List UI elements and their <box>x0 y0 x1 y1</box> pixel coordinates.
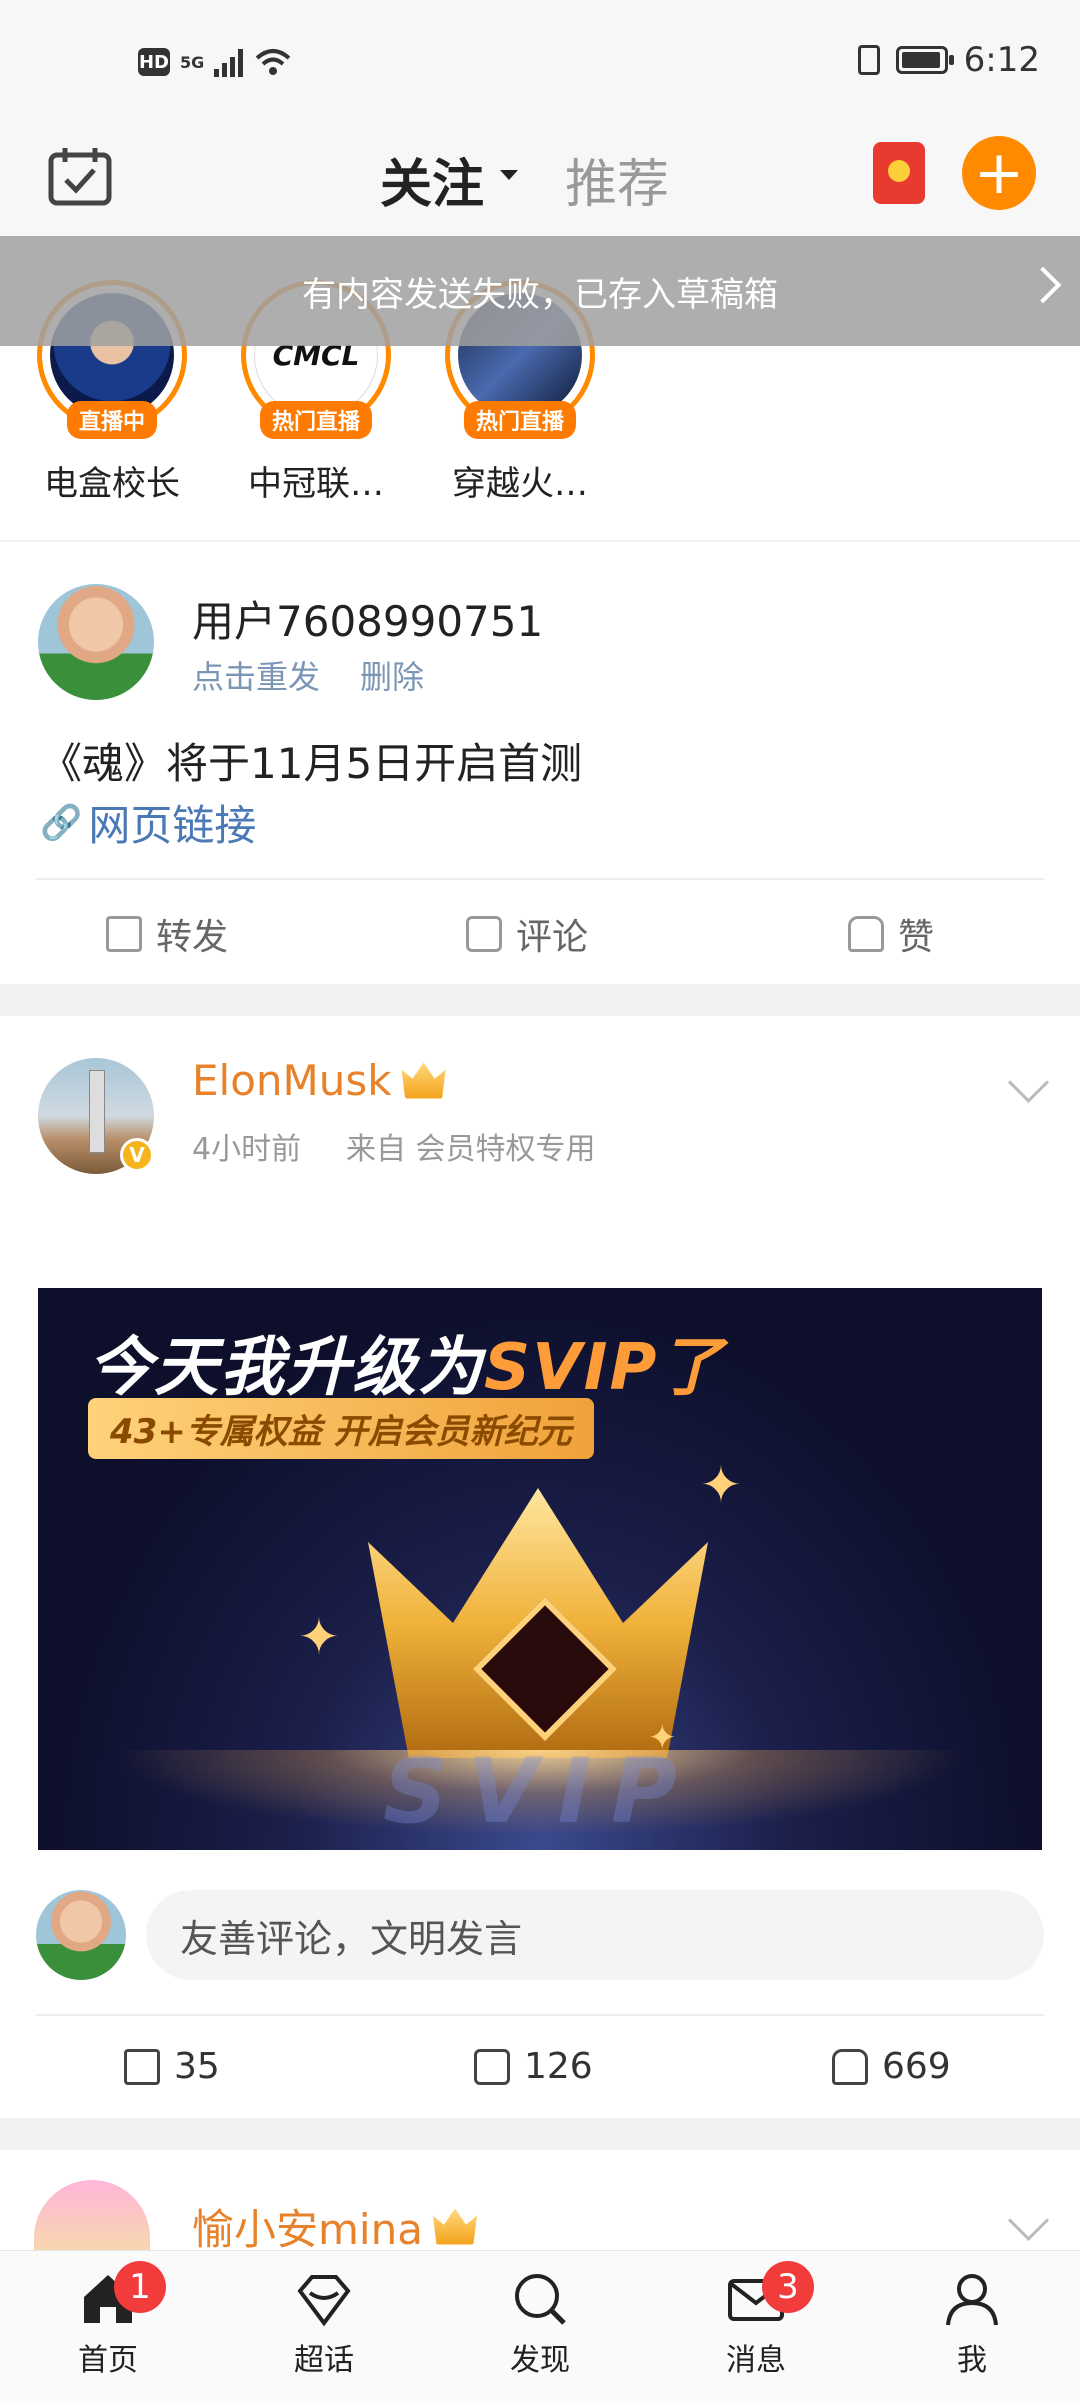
repost-count: 35 <box>174 2046 220 2087</box>
repost-icon <box>106 916 142 952</box>
comment-icon <box>474 2048 510 2085</box>
image-title-white: 今天我升级为 <box>88 1331 484 1405</box>
comment-button[interactable]: 评论 <box>466 908 588 960</box>
repost-button[interactable]: 转发 <box>106 908 228 960</box>
vip-crown-icon <box>432 2208 477 2245</box>
vibrate-icon <box>857 45 880 75</box>
tab-follow-caret-icon[interactable] <box>500 170 518 180</box>
post-image[interactable]: 今天我升级为SVIP了 43+专属权益 开启会员新纪元 ✦ ✦ ✦ SVIP <box>38 1288 1042 1850</box>
repost-icon <box>124 2048 160 2085</box>
red-packet-icon[interactable] <box>873 142 925 204</box>
battery-icon <box>895 46 954 74</box>
status-left: HD 5G <box>138 46 293 78</box>
top-bar: 关注 推荐 + <box>0 130 1080 240</box>
nav-me-label: 我 <box>957 2343 987 2378</box>
chevron-right-icon <box>1024 266 1062 304</box>
repost-button[interactable]: 35 <box>124 2046 220 2087</box>
nav-super-topic[interactable]: 超话 <box>254 2269 394 2379</box>
star-icon: ✦ <box>700 1456 742 1514</box>
comment-button[interactable]: 126 <box>474 2046 593 2087</box>
like-label: 赞 <box>898 917 935 958</box>
chevron-down-icon[interactable] <box>1007 1061 1050 1104</box>
avatar[interactable] <box>34 2180 150 2250</box>
send-failed-notice[interactable]: 有内容发送失败，已存入草稿箱 <box>0 236 1080 346</box>
tab-follow-label: 关注 <box>380 155 485 215</box>
nav-messages-label: 消息 <box>726 2343 786 2378</box>
vip-crown-icon <box>401 1062 446 1099</box>
comment-icon <box>466 916 502 952</box>
wifi-icon <box>255 49 291 75</box>
next-post-card: 愉小安mina <box>0 2150 1080 2254</box>
search-icon <box>510 2269 570 2329</box>
svip-watermark: SVIP <box>383 1739 697 1844</box>
star-icon: ✦ <box>298 1608 340 1666</box>
post-text: 《魂》将于11月5日开启首测 <box>40 739 583 788</box>
post-username[interactable]: 愉小安mina <box>192 2196 477 2257</box>
web-link-label: 网页链接 <box>88 801 257 850</box>
calendar-check-icon[interactable] <box>48 146 112 206</box>
verified-badge-icon: V <box>120 1138 154 1172</box>
divider <box>36 878 1044 880</box>
nav-home-label: 首页 <box>78 2343 138 2378</box>
thumbs-up-icon <box>848 916 884 952</box>
thumbs-up-icon <box>832 2048 868 2085</box>
post-username[interactable]: ElonMusk <box>192 1056 446 1105</box>
status-bar: HD 5G 6:12 <box>0 0 1080 130</box>
live-badge: 直播中 <box>66 401 158 439</box>
notice-text: 有内容发送失败，已存入草稿箱 <box>302 274 778 315</box>
post-username[interactable]: 用户7608990751 <box>192 588 543 649</box>
messages-badge: 3 <box>762 2261 814 2313</box>
image-title-orange: SVIP了 <box>484 1331 725 1405</box>
network-label: 5G <box>180 52 205 72</box>
comment-label: 评论 <box>516 917 589 958</box>
web-link[interactable]: 🔗 网页链接 <box>40 792 256 853</box>
nav-home[interactable]: 1 首页 <box>38 2261 178 2379</box>
like-button[interactable]: 669 <box>832 2046 951 2087</box>
delete-link[interactable]: 删除 <box>360 652 424 698</box>
nav-discover-label: 发现 <box>510 2343 570 2378</box>
live-name: 穿越火… <box>452 464 588 504</box>
chevron-down-icon[interactable] <box>1007 2199 1050 2242</box>
nav-me[interactable]: 我 <box>902 2269 1042 2379</box>
divider <box>36 2014 1044 2016</box>
post-source: 来自 会员特权专用 <box>346 1132 596 1167</box>
diamond-icon <box>294 2269 354 2329</box>
live-badge: 热门直播 <box>259 401 373 439</box>
nav-discover[interactable]: 发现 <box>470 2269 610 2379</box>
image-title: 今天我升级为SVIP了 <box>88 1316 724 1408</box>
clock: 6:12 <box>963 40 1040 80</box>
post-username-label: ElonMusk <box>192 1056 392 1105</box>
live-name: 电盒校长 <box>44 464 180 504</box>
link-icon: 🔗 <box>40 802 83 843</box>
comment-input[interactable]: 友善评论，文明发言 <box>146 1890 1044 1980</box>
live-name: 中冠联… <box>248 464 384 504</box>
home-badge: 1 <box>114 2261 166 2313</box>
avatar[interactable] <box>38 584 154 700</box>
nav-messages[interactable]: 3 消息 <box>686 2261 826 2379</box>
post-time: 4小时前 <box>192 1132 302 1167</box>
status-right: 6:12 <box>857 40 1040 80</box>
tab-recommend[interactable]: 推荐 <box>565 142 669 217</box>
my-avatar <box>36 1890 126 1980</box>
user-icon <box>942 2269 1002 2329</box>
like-button[interactable]: 赞 <box>848 908 934 960</box>
add-post-button[interactable]: + <box>962 136 1036 210</box>
live-badge: 热门直播 <box>463 401 577 439</box>
nav-super-topic-label: 超话 <box>294 2343 354 2378</box>
resend-link[interactable]: 点击重发 <box>192 652 320 698</box>
image-subtitle: 43+专属权益 开启会员新纪元 <box>88 1398 594 1459</box>
hd-icon: HD <box>138 48 170 76</box>
signal-icon <box>214 47 244 77</box>
bottom-nav: 1 首页 超话 发现 3 消息 我 <box>0 2250 1080 2401</box>
post-username-label: 愉小安mina <box>192 2205 423 2254</box>
comment-count: 126 <box>524 2046 593 2087</box>
like-count: 669 <box>882 2046 951 2087</box>
tab-follow[interactable]: 关注 <box>380 142 490 217</box>
draft-post-card: 用户7608990751 点击重发 删除 《魂》将于11月5日开启首测 🔗 网页… <box>0 542 1080 984</box>
repost-label: 转发 <box>156 917 229 958</box>
